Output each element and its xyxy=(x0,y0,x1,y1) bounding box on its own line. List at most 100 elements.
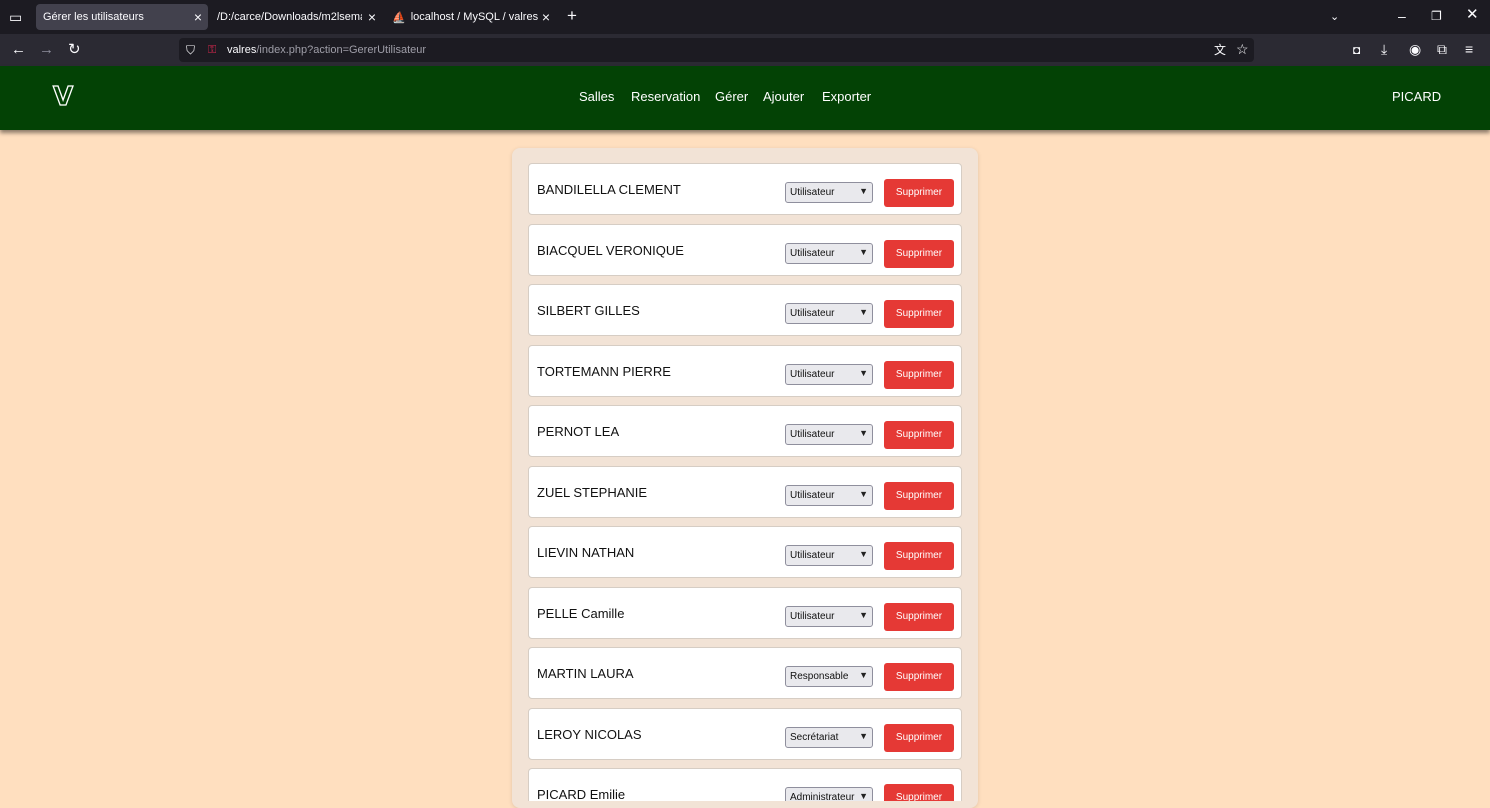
user-name: SILBERT GILLES xyxy=(537,303,640,318)
tab-title: /D:/carce/Downloads/m2lsemaine2 xyxy=(217,11,362,23)
role-value: Utilisateur xyxy=(790,248,835,259)
url-host: valres xyxy=(227,44,257,56)
minimize-icon[interactable]: – xyxy=(1398,8,1406,24)
role-value: Responsable xyxy=(790,671,849,682)
role-select[interactable]: Utilisateur ▼ xyxy=(785,606,873,627)
chevron-down-icon: ▼ xyxy=(859,247,868,257)
forward-icon[interactable]: → xyxy=(39,42,54,58)
browser-tab-1[interactable]: Gérer les utilisateurs × xyxy=(36,4,208,30)
chevron-down-icon: ▼ xyxy=(859,428,868,438)
role-select[interactable]: Administrateur ▼ xyxy=(785,787,873,801)
menu-icon[interactable]: ≡ xyxy=(1465,41,1473,57)
delete-button[interactable]: Supprimer xyxy=(884,784,954,801)
user-name: LIEVIN NATHAN xyxy=(537,545,635,560)
user-name: PERNOT LEA xyxy=(537,424,620,439)
role-select[interactable]: Responsable ▼ xyxy=(785,666,873,687)
tab-title: Gérer les utilisateurs xyxy=(43,11,144,23)
nav-reservation[interactable]: Reservation xyxy=(631,89,700,105)
role-value: Utilisateur xyxy=(790,490,835,501)
tab-overflow-chevron-icon[interactable]: ⌄ xyxy=(1330,9,1339,25)
delete-button[interactable]: Supprimer xyxy=(884,482,954,510)
nav-exporter[interactable]: Exporter xyxy=(822,89,871,105)
role-select[interactable]: Utilisateur ▼ xyxy=(785,485,873,506)
chevron-down-icon: ▼ xyxy=(859,731,868,741)
user-name: LEROY NICOLAS xyxy=(537,727,642,742)
role-value: Utilisateur xyxy=(790,308,835,319)
pocket-icon[interactable]: ◘ xyxy=(1353,42,1360,58)
nav-salles[interactable]: Salles xyxy=(579,89,614,105)
delete-button[interactable]: Supprimer xyxy=(884,240,954,268)
browser-tab-2[interactable]: /D:/carce/Downloads/m2lsemaine2 × xyxy=(210,4,382,30)
delete-button[interactable]: Supprimer xyxy=(884,179,954,207)
user-name: BIACQUEL VERONIQUE xyxy=(537,243,684,258)
user-name: PELLE Camille xyxy=(537,606,625,621)
role-select[interactable]: Utilisateur ▼ xyxy=(785,303,873,324)
reload-icon[interactable]: ↻ xyxy=(68,42,81,58)
lock-insecure-icon[interactable]: ⚿ xyxy=(208,42,216,58)
nav-gerer[interactable]: Gérer xyxy=(715,89,748,105)
delete-button[interactable]: Supprimer xyxy=(884,542,954,570)
extensions-icon[interactable]: ⧉ xyxy=(1437,41,1447,57)
tab-list-icon[interactable]: ▭ xyxy=(9,9,22,25)
close-icon[interactable]: × xyxy=(542,9,550,25)
user-row: MARTIN LAURA Responsable ▼ Supprimer xyxy=(528,647,962,699)
role-select[interactable]: Utilisateur ▼ xyxy=(785,545,873,566)
role-select[interactable]: Utilisateur ▼ xyxy=(785,424,873,445)
chevron-down-icon: ▼ xyxy=(859,791,868,801)
delete-button[interactable]: Supprimer xyxy=(884,361,954,389)
role-select[interactable]: Utilisateur ▼ xyxy=(785,243,873,264)
chevron-down-icon: ▼ xyxy=(859,186,868,196)
role-value: Administrateur xyxy=(790,792,855,801)
browser-tab-3[interactable]: ⛵ localhost / MySQL / valres / uti × xyxy=(384,4,556,30)
role-value: Secrétariat xyxy=(790,732,839,743)
delete-button[interactable]: Supprimer xyxy=(884,724,954,752)
user-row: SILBERT GILLES Utilisateur ▼ Supprimer xyxy=(528,284,962,336)
role-select[interactable]: Utilisateur ▼ xyxy=(785,182,873,203)
user-row: BIACQUEL VERONIQUE Utilisateur ▼ Supprime… xyxy=(528,224,962,276)
chevron-down-icon: ▼ xyxy=(859,489,868,499)
delete-button[interactable]: Supprimer xyxy=(884,421,954,449)
site-logo[interactable]: V xyxy=(52,83,73,110)
user-row: PERNOT LEA Utilisateur ▼ Supprimer xyxy=(528,405,962,457)
chevron-down-icon: ▼ xyxy=(859,610,868,620)
user-name: PICARD Emilie xyxy=(537,787,626,801)
user-row: LIEVIN NATHAN Utilisateur ▼ Supprimer xyxy=(528,526,962,578)
new-tab-icon[interactable]: + xyxy=(567,7,577,24)
user-name: TORTEMANN PIERRE xyxy=(537,364,671,379)
url-text[interactable]: valres/index.php?action=GererUtilisateur xyxy=(227,44,426,56)
nav-ajouter[interactable]: Ajouter xyxy=(763,89,804,105)
role-value: Utilisateur xyxy=(790,550,835,561)
shield-icon[interactable]: ⛉ xyxy=(186,42,195,58)
tab-title: localhost / MySQL / valres / uti xyxy=(410,11,539,23)
user-name: MARTIN LAURA xyxy=(537,666,634,681)
window-close-icon[interactable]: ✕ xyxy=(1466,7,1479,23)
user-row: LEROY NICOLAS Secrétariat ▼ Supprimer xyxy=(528,708,962,760)
role-value: Utilisateur xyxy=(790,369,835,380)
current-user[interactable]: PICARD xyxy=(1392,89,1441,105)
role-select[interactable]: Utilisateur ▼ xyxy=(785,364,873,385)
role-value: Utilisateur xyxy=(790,429,835,440)
delete-button[interactable]: Supprimer xyxy=(884,603,954,631)
close-icon[interactable]: × xyxy=(368,9,376,25)
user-row: PICARD Emilie Administrateur ▼ Supprimer xyxy=(528,768,962,801)
role-value: Utilisateur xyxy=(790,187,835,198)
download-icon[interactable]: ⤓ xyxy=(1381,41,1387,57)
back-icon[interactable]: ← xyxy=(11,42,26,58)
delete-button[interactable]: Supprimer xyxy=(884,300,954,328)
chevron-down-icon: ▼ xyxy=(859,549,868,559)
user-name: BANDILELLA CLEMENT xyxy=(537,182,681,197)
chevron-down-icon: ▼ xyxy=(859,368,868,378)
delete-button[interactable]: Supprimer xyxy=(884,663,954,691)
user-row: PELLE Camille Utilisateur ▼ Supprimer xyxy=(528,587,962,639)
chevron-down-icon: ▼ xyxy=(859,670,868,680)
url-path: /index.php?action=GererUtilisateur xyxy=(256,44,427,56)
bookmark-star-icon[interactable]: ☆ xyxy=(1236,41,1249,57)
role-select[interactable]: Secrétariat ▼ xyxy=(785,727,873,748)
chevron-down-icon: ▼ xyxy=(859,307,868,317)
role-value: Utilisateur xyxy=(790,611,835,622)
translate-icon[interactable]: 文 xyxy=(1214,42,1226,58)
restore-icon[interactable]: ❐ xyxy=(1431,8,1442,24)
user-row: TORTEMANN PIERRE Utilisateur ▼ Supprimer xyxy=(528,345,962,397)
account-icon[interactable]: ◉ xyxy=(1409,41,1421,57)
close-icon[interactable]: × xyxy=(194,9,202,25)
